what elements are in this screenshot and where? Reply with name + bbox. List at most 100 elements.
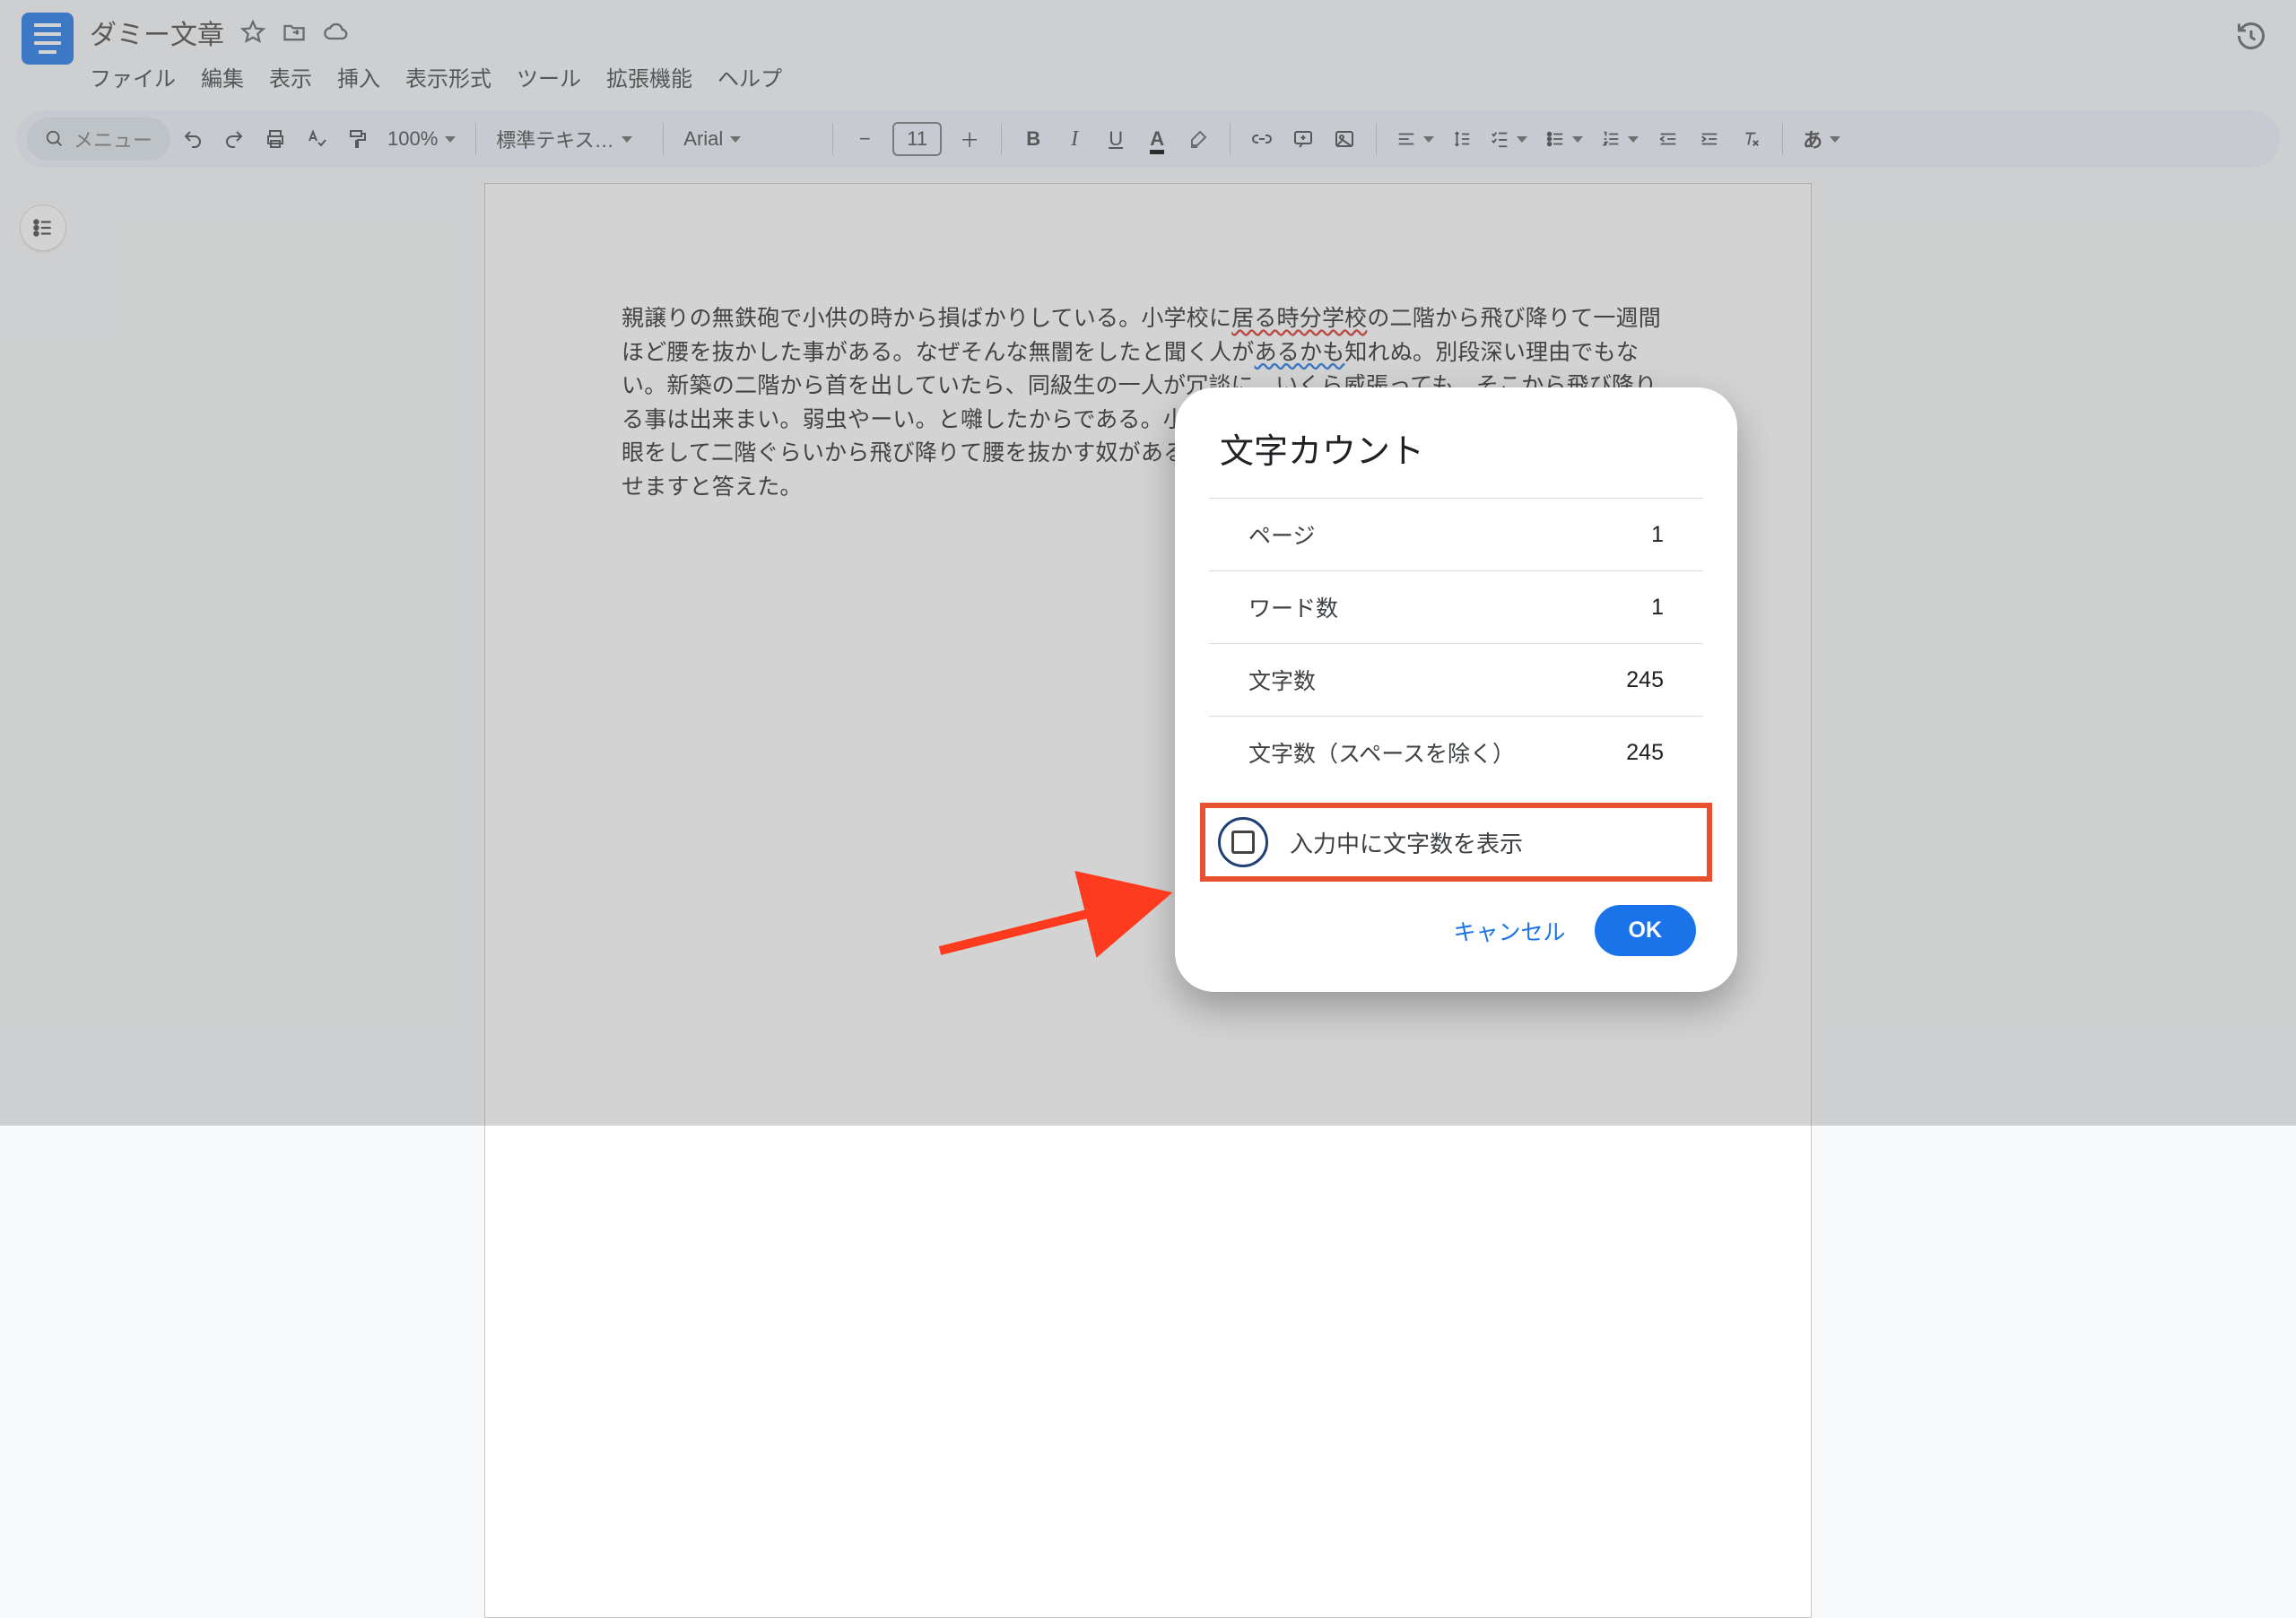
undo-button[interactable] [174, 120, 212, 158]
docs-logo[interactable] [22, 13, 74, 65]
separator [1001, 123, 1002, 155]
clear-formatting-button[interactable] [1732, 120, 1770, 158]
print-icon [265, 128, 286, 150]
italic-button[interactable]: I [1056, 120, 1093, 158]
menu-view[interactable]: 表示 [269, 61, 312, 92]
show-while-typing-option[interactable]: 入力中に文字数を表示 [1200, 803, 1712, 882]
menu-file[interactable]: ファイル [90, 61, 176, 92]
star-icon[interactable] [240, 20, 265, 45]
cancel-button[interactable]: キャンセル [1448, 905, 1570, 956]
checklist-icon [1490, 129, 1509, 149]
stat-row-words: ワード数 1 [1209, 570, 1703, 643]
input-mode-dropdown[interactable]: あ [1796, 125, 1848, 153]
numbered-list-icon [1601, 129, 1621, 149]
title-block: ダミー文章 ファイル 編集 表示 挿入 表示形式 ツール 拡張機能 ヘルプ [90, 13, 2219, 92]
font-family-value: Arial [683, 127, 723, 151]
plus-icon: ＋ [960, 125, 979, 153]
grammar-suggestion[interactable]: あるかも [1255, 340, 1345, 365]
increase-font-button[interactable]: ＋ [951, 120, 988, 158]
paragraph-style-dropdown[interactable]: 標準テキス… [489, 125, 650, 153]
document-title[interactable]: ダミー文章 [90, 13, 224, 52]
bold-button[interactable]: B [1014, 120, 1052, 158]
chevron-down-icon [1423, 136, 1434, 143]
stat-label: ページ [1248, 518, 1316, 551]
font-size-input[interactable]: 11 [892, 122, 942, 156]
increase-indent-icon [1700, 129, 1719, 149]
highlight-button[interactable] [1179, 120, 1217, 158]
underline-icon: U [1109, 127, 1123, 151]
checkbox-focus-ring [1218, 817, 1268, 867]
stat-value: 245 [1626, 740, 1664, 766]
history-icon[interactable] [2235, 20, 2267, 52]
stat-label: ワード数 [1248, 591, 1338, 623]
spellcheck-icon [306, 128, 327, 150]
menu-edit[interactable]: 編集 [201, 61, 244, 92]
show-while-typing-label: 入力中に文字数を表示 [1290, 826, 1523, 859]
text-color-icon: A [1150, 127, 1164, 151]
decrease-font-button[interactable]: − [846, 120, 883, 158]
zoom-dropdown[interactable]: 100% [380, 127, 463, 151]
stat-row-chars-nospace: 文字数（スペースを除く） 245 [1209, 716, 1703, 788]
menu-tools[interactable]: ツール [517, 61, 581, 92]
chevron-down-icon [445, 136, 456, 143]
paint-format-button[interactable] [339, 120, 377, 158]
separator [1782, 123, 1783, 155]
annotation-arrow [931, 870, 1182, 978]
underline-button[interactable]: U [1097, 120, 1135, 158]
toolbar: メニュー 100% 標準テキス… Arial − 11 ＋ B I U A あ [16, 110, 2280, 168]
decrease-indent-button[interactable] [1649, 120, 1687, 158]
redo-button[interactable] [215, 120, 253, 158]
font-family-dropdown[interactable]: Arial [676, 127, 820, 151]
line-spacing-button[interactable] [1445, 129, 1479, 149]
search-icon [45, 129, 65, 149]
zoom-value: 100% [387, 127, 438, 151]
italic-icon: I [1071, 127, 1078, 152]
stat-row-pages: ページ 1 [1209, 498, 1703, 570]
numbered-list-dropdown[interactable] [1594, 129, 1646, 149]
stat-value: 1 [1651, 595, 1664, 621]
insert-image-button[interactable] [1326, 120, 1363, 158]
menu-extensions[interactable]: 拡張機能 [606, 61, 692, 92]
move-to-folder-icon[interactable] [282, 20, 307, 45]
checklist-dropdown[interactable] [1483, 129, 1535, 149]
chevron-down-icon [1830, 136, 1840, 143]
separator [663, 123, 664, 155]
redo-icon [223, 128, 245, 150]
image-icon [1334, 128, 1355, 150]
align-icon [1396, 129, 1416, 149]
increase-indent-button[interactable] [1691, 120, 1728, 158]
menu-search[interactable]: メニュー [27, 117, 170, 161]
menu-search-label: メニュー [74, 125, 152, 153]
minus-icon: − [859, 127, 871, 151]
separator [832, 123, 833, 155]
menu-insert[interactable]: 挿入 [337, 61, 380, 92]
menu-format[interactable]: 表示形式 [405, 61, 491, 92]
dialog-buttons: キャンセル OK [1175, 882, 1737, 956]
bold-icon: B [1026, 127, 1040, 151]
align-dropdown[interactable] [1389, 129, 1441, 149]
separator [475, 123, 476, 155]
checkbox-icon[interactable] [1231, 831, 1255, 854]
separator [1376, 123, 1377, 155]
decrease-indent-icon [1658, 129, 1678, 149]
chevron-down-icon [622, 136, 632, 143]
separator [1230, 123, 1231, 155]
chevron-down-icon [730, 136, 741, 143]
add-comment-button[interactable] [1284, 120, 1322, 158]
chevron-down-icon [1517, 136, 1527, 143]
bulleted-list-dropdown[interactable] [1538, 129, 1590, 149]
input-mode-value: あ [1803, 125, 1822, 153]
cloud-saved-icon[interactable] [323, 20, 348, 45]
menu-help[interactable]: ヘルプ [718, 61, 782, 92]
undo-icon [182, 128, 204, 150]
ok-button[interactable]: OK [1595, 905, 1697, 956]
text-color-button[interactable]: A [1138, 120, 1176, 158]
line-spacing-icon [1452, 129, 1472, 149]
dialog-title: 文字カウント [1175, 423, 1737, 498]
stat-label: 文字数（スペースを除く） [1248, 736, 1515, 769]
spell-error[interactable]: 居る時分学校 [1231, 306, 1367, 331]
canvas: 親譲りの無鉄砲で小供の時から損ばかりしている。小学校に居る時分学校の二階から飛び… [0, 183, 2296, 1126]
insert-link-button[interactable] [1243, 120, 1281, 158]
print-button[interactable] [257, 120, 294, 158]
spellcheck-button[interactable] [298, 120, 335, 158]
